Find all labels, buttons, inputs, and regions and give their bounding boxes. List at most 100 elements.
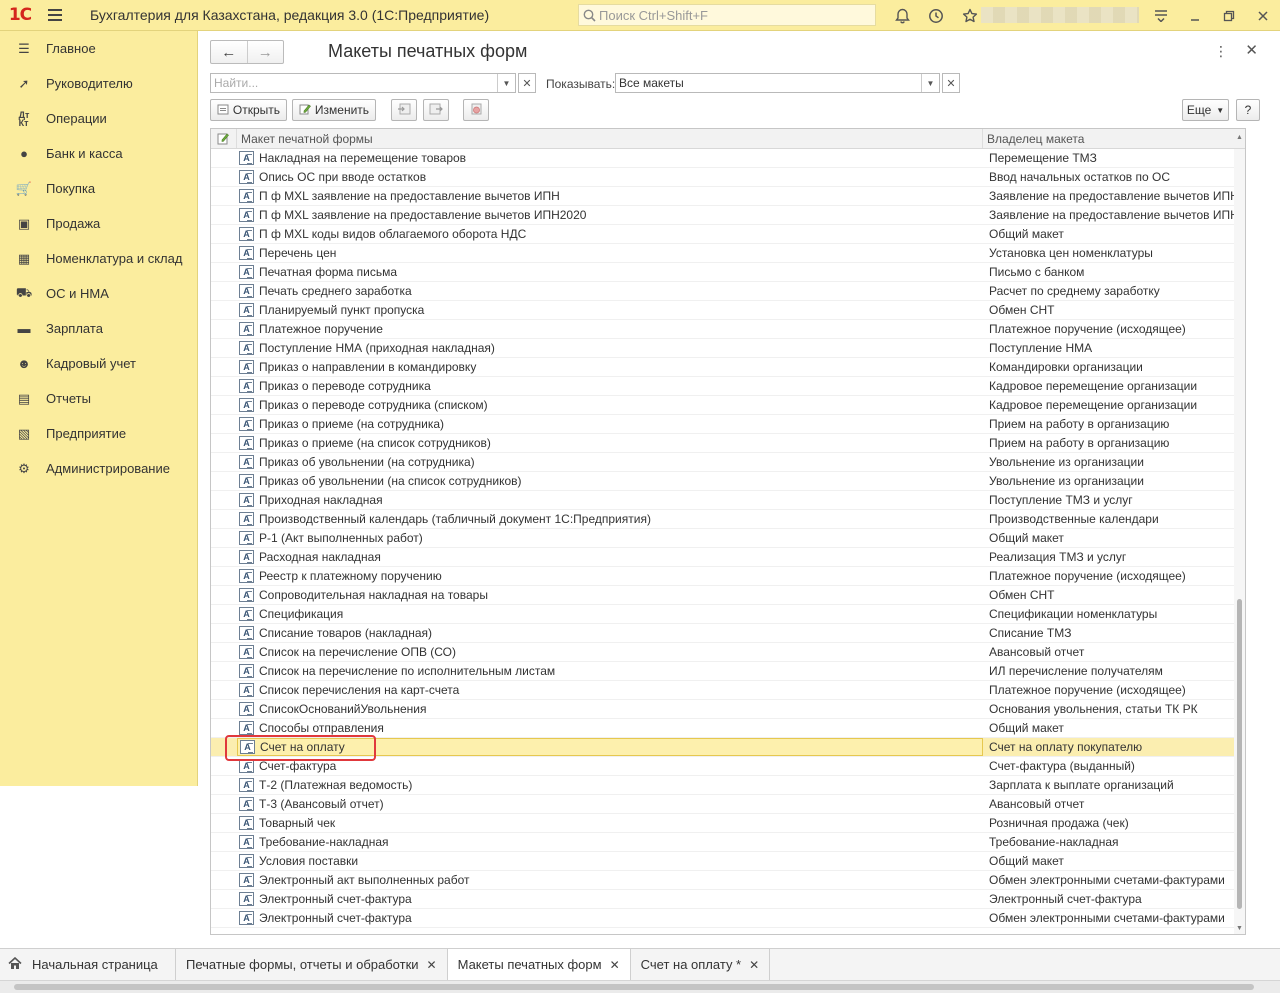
template-owner-cell[interactable]: Перемещение ТМЗ bbox=[983, 149, 1245, 167]
template-owner-cell[interactable]: Ввод начальных остатков по ОС bbox=[983, 168, 1245, 186]
template-name-cell[interactable]: A Поступление НМА (приходная накладная) bbox=[237, 339, 983, 357]
table-row[interactable]: A Электронный счет-фактура Электронный сч… bbox=[211, 890, 1245, 909]
template-owner-cell[interactable]: Установка цен номенклатуры bbox=[983, 244, 1245, 262]
table-row[interactable]: A Список перечисления на карт-счета Плате… bbox=[211, 681, 1245, 700]
sidebar-item[interactable]: 🛒 Покупка bbox=[0, 171, 197, 206]
template-owner-cell[interactable]: Требование-накладная bbox=[983, 833, 1245, 851]
table-row[interactable]: A Поступление НМА (приходная накладная) П… bbox=[211, 339, 1245, 358]
column-header-owner[interactable]: Владелец макета bbox=[983, 129, 1245, 148]
table-row[interactable]: A Расходная накладная Реализация ТМЗ и ус… bbox=[211, 548, 1245, 567]
template-owner-cell[interactable]: Зарплата к выплате организаций bbox=[983, 776, 1245, 794]
history-icon[interactable] bbox=[919, 0, 953, 31]
template-name-cell[interactable]: A Список перечисления на карт-счета bbox=[237, 681, 983, 699]
template-owner-cell[interactable]: Списание ТМЗ bbox=[983, 624, 1245, 642]
app-logo[interactable]: 1С bbox=[0, 0, 40, 31]
table-row[interactable]: A П ф MXL заявление на предоставление выч… bbox=[211, 206, 1245, 225]
template-owner-cell[interactable]: Заявление на предоставление вычетов ИПН bbox=[983, 206, 1245, 224]
user-name-blurred[interactable] bbox=[981, 7, 1139, 23]
template-owner-cell[interactable]: Розничная продажа (чек) bbox=[983, 814, 1245, 832]
template-name-cell[interactable]: A Электронный счет-фактура bbox=[237, 890, 983, 908]
template-name-cell[interactable]: A Электронный акт выполненных работ bbox=[237, 871, 983, 889]
template-owner-cell[interactable]: Счет на оплату покупателю bbox=[983, 738, 1245, 756]
template-owner-cell[interactable]: Увольнение из организации bbox=[983, 453, 1245, 471]
template-owner-cell[interactable]: Общий макет bbox=[983, 852, 1245, 870]
global-search-input[interactable]: Поиск Ctrl+Shift+F bbox=[578, 4, 876, 26]
template-name-cell[interactable]: A Спецификация bbox=[237, 605, 983, 623]
table-row[interactable]: A Электронный счет-фактура Обмен электрон… bbox=[211, 909, 1245, 928]
table-row[interactable]: A Приказ о переводе сотрудника Кадровое п… bbox=[211, 377, 1245, 396]
template-name-cell[interactable]: A Планируемый пункт пропуска bbox=[237, 301, 983, 319]
template-owner-cell[interactable]: Увольнение из организации bbox=[983, 472, 1245, 490]
template-owner-cell[interactable]: Платежное поручение (исходящее) bbox=[983, 567, 1245, 585]
table-row[interactable]: A Приказ о направлении в командировку Ком… bbox=[211, 358, 1245, 377]
table-row[interactable]: A Требование-накладная Требование-накладн… bbox=[211, 833, 1245, 852]
table-row[interactable]: A П ф MXL коды видов облагаемого оборота … bbox=[211, 225, 1245, 244]
table-row[interactable]: A Реестр к платежному поручению Платежное… bbox=[211, 567, 1245, 586]
vertical-scrollbar[interactable]: ▲ ▼ bbox=[1234, 134, 1245, 934]
table-row[interactable]: A Приказ об увольнении (на сотрудника) Ув… bbox=[211, 453, 1245, 472]
template-name-cell[interactable]: A Печатная форма письма bbox=[237, 263, 983, 281]
template-name-cell[interactable]: A Приходная накладная bbox=[237, 491, 983, 509]
table-row[interactable]: A Условия поставки Общий макет bbox=[211, 852, 1245, 871]
template-name-cell[interactable]: A Сопроводительная накладная на товары bbox=[237, 586, 983, 604]
close-tab-icon[interactable]: ✕ bbox=[610, 958, 620, 972]
template-owner-cell[interactable]: Кадровое перемещение организации bbox=[983, 396, 1245, 414]
template-name-cell[interactable]: A Т-3 (Авансовый отчет) bbox=[237, 795, 983, 813]
table-row[interactable]: A Приказ о приеме (на список сотрудников)… bbox=[211, 434, 1245, 453]
chevron-down-icon[interactable]: ▼ bbox=[497, 74, 515, 92]
template-name-cell[interactable]: A Платежное поручение bbox=[237, 320, 983, 338]
template-owner-cell[interactable]: Поступление ТМЗ и услуг bbox=[983, 491, 1245, 509]
open-button[interactable]: Открыть bbox=[210, 99, 287, 121]
template-owner-cell[interactable]: Расчет по среднему заработку bbox=[983, 282, 1245, 300]
template-owner-cell[interactable]: Общий макет bbox=[983, 529, 1245, 547]
table-row[interactable]: A Приходная накладная Поступление ТМЗ и у… bbox=[211, 491, 1245, 510]
show-filter-clear-button[interactable]: ✕ bbox=[942, 73, 960, 93]
window-tab[interactable]: Макеты печатных форм ✕ bbox=[447, 949, 631, 980]
sidebar-item[interactable]: ▧ Предприятие bbox=[0, 416, 197, 451]
template-owner-cell[interactable]: Общий макет bbox=[983, 225, 1245, 243]
template-owner-cell[interactable]: Обмен СНТ bbox=[983, 586, 1245, 604]
help-button[interactable]: ? bbox=[1236, 99, 1260, 121]
template-name-cell[interactable]: A Требование-накладная bbox=[237, 833, 983, 851]
template-name-cell[interactable]: A Накладная на перемещение товаров bbox=[237, 149, 983, 167]
load-template-button[interactable] bbox=[391, 99, 417, 121]
table-row[interactable]: A Р-1 (Акт выполненных работ) Общий макет bbox=[211, 529, 1245, 548]
window-tab[interactable]: Печатные формы, отчеты и обработки ✕ bbox=[176, 949, 448, 980]
template-name-cell[interactable]: A Приказ об увольнении (на сотрудника) bbox=[237, 453, 983, 471]
template-owner-cell[interactable]: Прием на работу в организацию bbox=[983, 415, 1245, 433]
window-tab[interactable]: Начальная страница bbox=[0, 949, 176, 980]
horizontal-scrollbar[interactable] bbox=[0, 980, 1280, 993]
template-owner-cell[interactable]: Реализация ТМЗ и услуг bbox=[983, 548, 1245, 566]
sidebar-item[interactable]: ☰ Главное bbox=[0, 31, 197, 66]
sidebar-item[interactable]: Дт Кт Операции bbox=[0, 101, 197, 136]
template-owner-cell[interactable]: Авансовый отчет bbox=[983, 795, 1245, 813]
table-row[interactable]: A Опись ОС при вводе остатков Ввод началь… bbox=[211, 168, 1245, 187]
show-filter-select[interactable]: Все макеты ▼ bbox=[615, 73, 940, 93]
template-owner-cell[interactable]: Поступление НМА bbox=[983, 339, 1245, 357]
template-name-cell[interactable]: A Приказ о переводе сотрудника (списком) bbox=[237, 396, 983, 414]
edited-column-icon[interactable] bbox=[211, 129, 237, 148]
more-button[interactable]: Еще ▼ bbox=[1182, 99, 1229, 121]
template-name-cell[interactable]: A Списание товаров (накладная) bbox=[237, 624, 983, 642]
template-owner-cell[interactable]: Счет-фактура (выданный) bbox=[983, 757, 1245, 775]
template-name-cell[interactable]: A Счет на оплату bbox=[237, 738, 983, 756]
table-row[interactable]: A Приказ об увольнении (на список сотрудн… bbox=[211, 472, 1245, 491]
template-owner-cell[interactable]: Заявление на предоставление вычетов ИПН bbox=[983, 187, 1245, 205]
table-row[interactable]: A Т-3 (Авансовый отчет) Авансовый отчет bbox=[211, 795, 1245, 814]
template-name-cell[interactable]: A Производственный календарь (табличный д… bbox=[237, 510, 983, 528]
table-row[interactable]: A Списание товаров (накладная) Списание Т… bbox=[211, 624, 1245, 643]
scroll-down-icon[interactable]: ▼ bbox=[1234, 922, 1245, 934]
table-row[interactable]: A Счет на оплату Счет на оплату покупател… bbox=[211, 738, 1245, 757]
close-form-icon[interactable]: ✕ bbox=[1245, 41, 1258, 59]
template-owner-cell[interactable]: Кадровое перемещение организации bbox=[983, 377, 1245, 395]
template-name-cell[interactable]: A П ф MXL заявление на предоставление выч… bbox=[237, 187, 983, 205]
table-row[interactable]: A Платежное поручение Платежное поручение… bbox=[211, 320, 1245, 339]
close-window-icon[interactable] bbox=[1246, 0, 1280, 31]
table-row[interactable]: A Способы отправления Общий макет bbox=[211, 719, 1245, 738]
template-name-cell[interactable]: A П ф MXL заявление на предоставление выч… bbox=[237, 206, 983, 224]
table-row[interactable]: A Т-2 (Платежная ведомость) Зарплата к вы… bbox=[211, 776, 1245, 795]
sidebar-item[interactable]: ▣ Продажа bbox=[0, 206, 197, 241]
table-row[interactable]: A Сопроводительная накладная на товары Об… bbox=[211, 586, 1245, 605]
table-row[interactable]: A Планируемый пункт пропуска Обмен СНТ bbox=[211, 301, 1245, 320]
template-name-cell[interactable]: A Приказ о переводе сотрудника bbox=[237, 377, 983, 395]
